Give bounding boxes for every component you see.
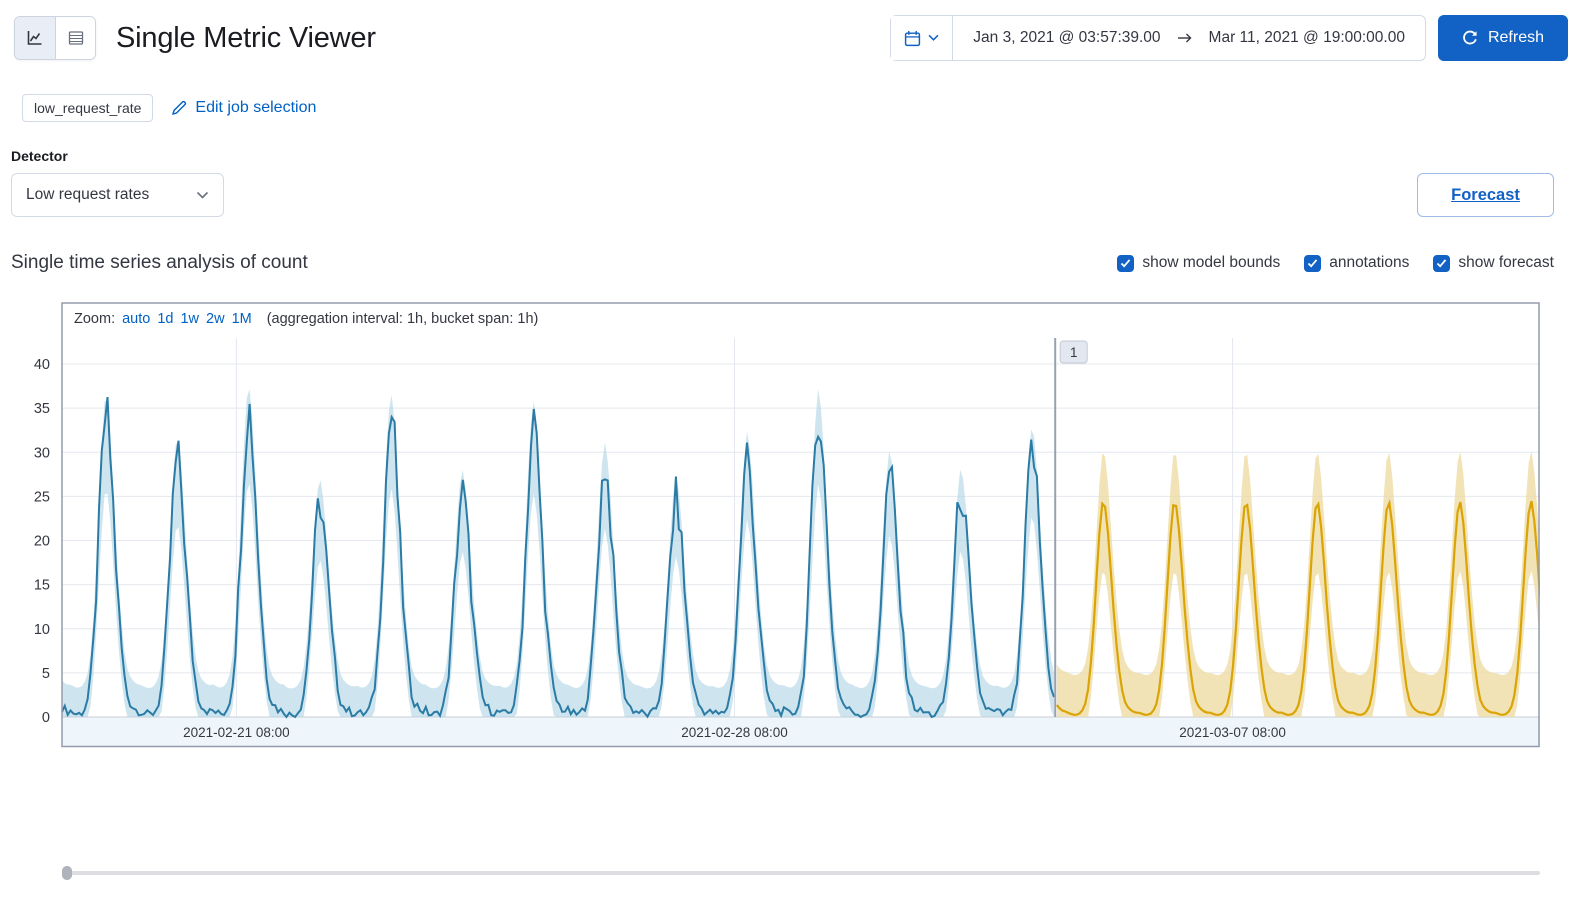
forecast-button[interactable]: Forecast <box>1417 173 1554 217</box>
checkbox-label: show forecast <box>1458 254 1554 271</box>
top-bar-left: Single Metric Viewer <box>14 16 376 60</box>
annotation-badge[interactable]: 1 <box>1059 340 1088 364</box>
y-tick-label: 30 <box>34 445 50 461</box>
date-range: Jan 3, 2021 @ 03:57:39.00 Mar 11, 2021 @… <box>953 29 1425 47</box>
line-chart-icon <box>27 30 43 46</box>
table-view-button[interactable] <box>55 17 95 59</box>
single-metric-chart[interactable]: 0 5 10 15 20 25 30 35 40 2021-02-21 08:00 2021-02-… <box>0 302 1540 748</box>
series-section-header: Single time series analysis of count sho… <box>11 247 1554 279</box>
context-navigator[interactable] <box>62 748 1540 860</box>
y-tick-label: 20 <box>34 534 50 550</box>
zoom-label: Zoom: <box>74 311 116 327</box>
refresh-icon <box>1462 30 1478 46</box>
top-bar: Single Metric Viewer Jan 3, 2021 @ 03:57… <box>0 0 1584 62</box>
x-tick-label: 2021-03-07 08:00 <box>1179 725 1286 740</box>
timeline-scrollbar[interactable] <box>62 866 1540 880</box>
checkbox-show-forecast[interactable]: show forecast <box>1433 254 1554 272</box>
detector-label: Detector <box>11 148 68 164</box>
scrollbar-handle-right[interactable] <box>62 866 72 880</box>
x-tick-label: 2021-02-21 08:00 <box>183 725 290 740</box>
detector-select[interactable]: Low request rates <box>11 173 224 217</box>
series-heading: Single time series analysis of count <box>11 252 308 273</box>
y-tick-label: 10 <box>34 622 50 638</box>
y-tick-label: 40 <box>34 357 50 373</box>
quick-select-button[interactable] <box>891 16 954 60</box>
checkbox-box[interactable] <box>1433 254 1451 272</box>
chart-option-checkboxes: show model bounds annotations show forec… <box>1117 254 1554 272</box>
page-title: Single Metric Viewer <box>116 21 376 54</box>
edit-job-selection-label: Edit job selection <box>195 99 317 116</box>
job-row: low_request_rate Edit job selection <box>22 94 1568 122</box>
actual-series-line <box>61 396 1055 719</box>
refresh-button[interactable]: Refresh <box>1437 15 1568 61</box>
data-table-icon <box>68 30 84 46</box>
y-tick-label: 15 <box>34 578 50 594</box>
zoom-bar: Zoom: auto 1d 1w 2w 1M (aggregation inte… <box>74 311 538 327</box>
zoom-link-1M[interactable]: 1M <box>232 311 252 327</box>
aggregation-note: (aggregation interval: 1h, bucket span: … <box>266 311 539 327</box>
navigator-svg[interactable] <box>62 748 1540 860</box>
chevron-down-icon <box>928 34 939 42</box>
detector-row: Low request rates Forecast <box>11 173 1554 217</box>
y-tick-label: 35 <box>34 401 50 417</box>
zoom-link-1w[interactable]: 1w <box>180 311 199 327</box>
y-tick-label: 25 <box>34 489 50 505</box>
svg-text:1: 1 <box>1070 345 1078 360</box>
edit-job-selection-link[interactable]: Edit job selection <box>171 99 316 117</box>
zoom-link-2w[interactable]: 2w <box>206 311 225 327</box>
refresh-button-label: Refresh <box>1487 29 1544 46</box>
view-toggle-group <box>14 16 96 60</box>
main-chart-svg[interactable]: 0 5 10 15 20 25 30 35 40 2021-02-21 08:00 2021-02-… <box>0 302 1540 748</box>
x-tick-label: 2021-02-28 08:00 <box>681 725 788 740</box>
end-date[interactable]: Mar 11, 2021 @ 19:00:00.00 <box>1209 29 1405 47</box>
pencil-icon <box>171 100 187 116</box>
date-picker: Jan 3, 2021 @ 03:57:39.00 Mar 11, 2021 @… <box>890 15 1426 61</box>
zoom-link-1d[interactable]: 1d <box>157 311 173 327</box>
arrow-right-icon <box>1177 32 1193 44</box>
checkbox-annotations[interactable]: annotations <box>1304 254 1409 272</box>
zoom-link-auto[interactable]: auto <box>122 311 150 327</box>
job-badge: low_request_rate <box>22 94 154 122</box>
checkbox-show-model-bounds[interactable]: show model bounds <box>1117 254 1280 272</box>
start-date[interactable]: Jan 3, 2021 @ 03:57:39.00 <box>973 29 1160 47</box>
detector-select-value: Low request rates <box>26 186 150 203</box>
y-tick-label: 5 <box>42 666 50 682</box>
checkbox-box[interactable] <box>1304 254 1322 272</box>
chart-view-button[interactable] <box>15 17 55 59</box>
scrollbar-track[interactable] <box>62 871 1540 875</box>
checkbox-label: show model bounds <box>1142 254 1281 271</box>
y-tick-label: 0 <box>42 710 50 726</box>
checkbox-box[interactable] <box>1117 254 1135 272</box>
top-bar-right: Jan 3, 2021 @ 03:57:39.00 Mar 11, 2021 @… <box>890 15 1568 61</box>
calendar-icon <box>904 30 921 47</box>
chevron-down-icon <box>196 191 209 200</box>
checkbox-label: annotations <box>1329 254 1410 271</box>
